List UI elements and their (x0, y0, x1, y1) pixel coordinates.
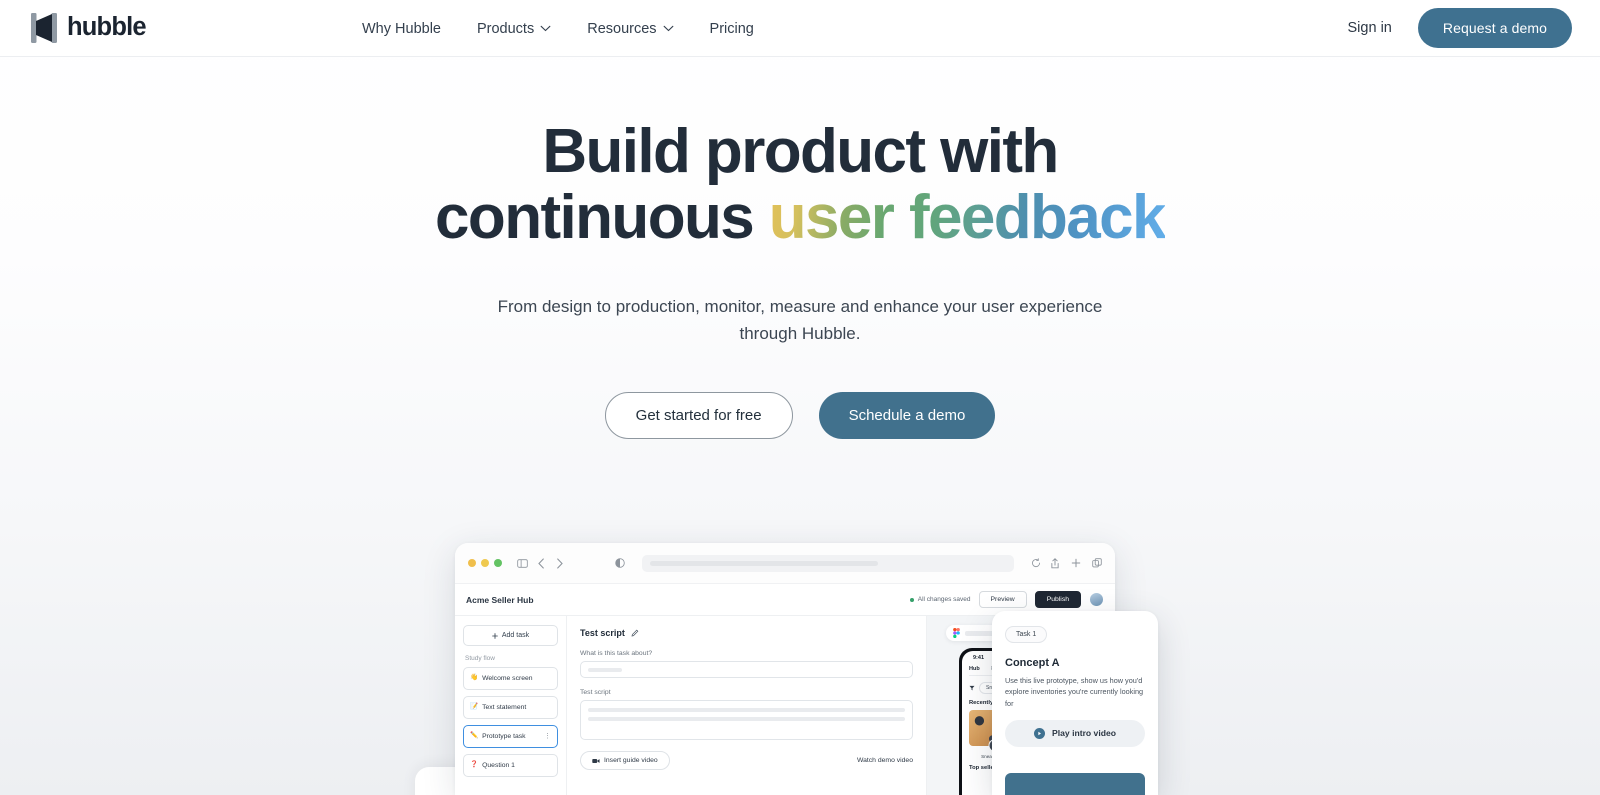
app-title: Acme Seller Hub (466, 594, 534, 605)
browser-chrome-bar (455, 543, 1115, 584)
nav-label: Why Hubble (362, 20, 441, 37)
schedule-demo-button[interactable]: Schedule a demo (818, 392, 996, 440)
concept-description: Use this live prototype, show us how you… (1005, 676, 1144, 708)
task-label: Welcome screen (482, 675, 533, 682)
nav-label: Pricing (709, 20, 754, 37)
site-header: hubble Why Hubble Products Resources Pri… (0, 0, 1600, 57)
hubble-logo-mark-icon (31, 13, 57, 43)
plus-icon (492, 632, 498, 639)
brand-name: hubble (67, 13, 147, 42)
input-value-placeholder (588, 667, 622, 672)
page-title: Build product with continuous user feedb… (0, 119, 1600, 250)
main-navigation: Why Hubble Products Resources Pricing (362, 0, 770, 57)
wave-icon: 👋 (470, 674, 479, 682)
insert-video-label: Insert guide video (604, 757, 658, 764)
study-flow-panel: Add task Study flow 👋 Welcome screen 📝 T… (455, 616, 567, 795)
share-icon[interactable] (1050, 557, 1060, 569)
save-status: All changes saved (909, 596, 971, 603)
concept-title: Concept A (1005, 657, 1060, 669)
pencil-icon[interactable] (631, 629, 639, 637)
memo-icon: 📝 (470, 703, 479, 711)
watch-demo-video-link[interactable]: Watch demo video (857, 757, 913, 764)
chevron-right-icon[interactable] (555, 557, 564, 569)
browser-url-bar[interactable] (642, 554, 1014, 572)
add-task-button[interactable]: Add task (463, 625, 558, 646)
task-menu-kebab-icon[interactable]: ⋮ (544, 733, 551, 740)
nav-item-resources[interactable]: Resources (587, 21, 689, 37)
task-about-input[interactable] (580, 661, 913, 678)
sign-in-button[interactable]: Sign in (1348, 20, 1392, 36)
add-task-label: Add task (501, 632, 530, 639)
test-script-heading: Test script (580, 628, 913, 638)
play-circle-icon (1034, 727, 1045, 739)
preview-button[interactable]: Preview (978, 591, 1027, 608)
task-item-question-1[interactable]: ❓ Question 1 (463, 754, 558, 777)
nav-item-products[interactable]: Products (477, 21, 567, 37)
nav-label: Products (476, 20, 535, 37)
minimize-dot-icon[interactable] (481, 559, 489, 567)
test-script-textarea[interactable] (580, 700, 913, 740)
task-instruction-card: Task 1 Concept A Use this live prototype… (992, 611, 1158, 795)
product-mockup: Acme Seller Hub All changes saved Previe… (0, 537, 1600, 795)
headline-line-2: continuous (435, 182, 769, 252)
app-topbar-actions: All changes saved Preview Publish (909, 591, 1104, 608)
filter-icon[interactable] (969, 685, 975, 691)
url-placeholder-bar (650, 560, 878, 566)
study-flow-label: Study flow (465, 655, 495, 662)
request-demo-button[interactable]: Request a demo (1417, 8, 1572, 48)
section-title: Test script (580, 628, 625, 638)
task-item-prototype-task[interactable]: ✏️ Prototype task ⋮ (463, 725, 558, 748)
sidebar-toggle-icon[interactable] (517, 558, 528, 569)
play-intro-video-button[interactable]: Play intro video (1005, 719, 1145, 747)
hero-section: Build product with continuous user feedb… (0, 57, 1600, 440)
chevron-down-icon (540, 25, 551, 32)
headline-line-1: Build product with (542, 117, 1059, 186)
start-task-button[interactable] (1005, 773, 1145, 795)
header-actions: Sign in Request a demo (1348, 8, 1572, 48)
brand-logo[interactable]: hubble (30, 11, 147, 45)
test-script-label: Test script (580, 689, 611, 696)
get-started-button[interactable]: Get started for free (604, 392, 793, 440)
task-label: Text statement (482, 704, 527, 711)
textarea-line (588, 717, 905, 721)
nav-item-why-hubble[interactable]: Why Hubble (362, 21, 457, 37)
play-label: Play intro video (1052, 728, 1116, 739)
hero-cta-row: Get started for free Schedule a demo (0, 392, 1600, 440)
insert-guide-video-button[interactable]: Insert guide video (580, 751, 670, 770)
task-label: Prototype task (482, 733, 526, 740)
traffic-lights (468, 559, 502, 567)
close-dot-icon[interactable] (468, 559, 476, 567)
task-item-welcome-screen[interactable]: 👋 Welcome screen (463, 667, 558, 690)
test-script-footer: Insert guide video Watch demo video (580, 751, 913, 770)
nav-label: Resources (587, 20, 657, 37)
phone-tab-hub[interactable]: Hub (969, 666, 980, 672)
status-dot-icon (909, 597, 914, 602)
textarea-line (588, 708, 905, 712)
landing-page: hubble Why Hubble Products Resources Pri… (0, 0, 1600, 795)
hero-subheadline: From design to production, monitor, meas… (497, 297, 1103, 343)
maximize-dot-icon[interactable] (494, 559, 502, 567)
figma-icon (953, 628, 960, 638)
chevron-left-icon[interactable] (537, 557, 546, 569)
browser-right-actions (1050, 557, 1102, 569)
task-item-text-statement[interactable]: 📝 Text statement (463, 696, 558, 719)
task-about-label: What is this task about? (580, 650, 653, 657)
question-mark-icon: ❓ (470, 761, 479, 769)
task-number-badge: Task 1 (1005, 626, 1048, 643)
video-camera-icon (592, 758, 600, 763)
nav-item-pricing[interactable]: Pricing (710, 21, 770, 37)
plus-icon[interactable] (1071, 558, 1081, 568)
status-label: All changes saved (917, 596, 971, 603)
user-avatar-icon[interactable] (1089, 592, 1104, 607)
headline-gradient-text: user feedback (768, 182, 1167, 252)
refresh-icon[interactable] (1031, 558, 1041, 568)
publish-button[interactable]: Publish (1034, 591, 1081, 608)
chevron-down-icon (663, 25, 673, 32)
reader-mode-icon[interactable] (615, 558, 625, 568)
test-script-panel: Test script What is this task about? Tes… (567, 616, 927, 795)
copy-tabs-icon[interactable] (1092, 558, 1102, 568)
pencil-icon: ✏️ (470, 732, 479, 740)
task-label: Question 1 (482, 762, 515, 769)
